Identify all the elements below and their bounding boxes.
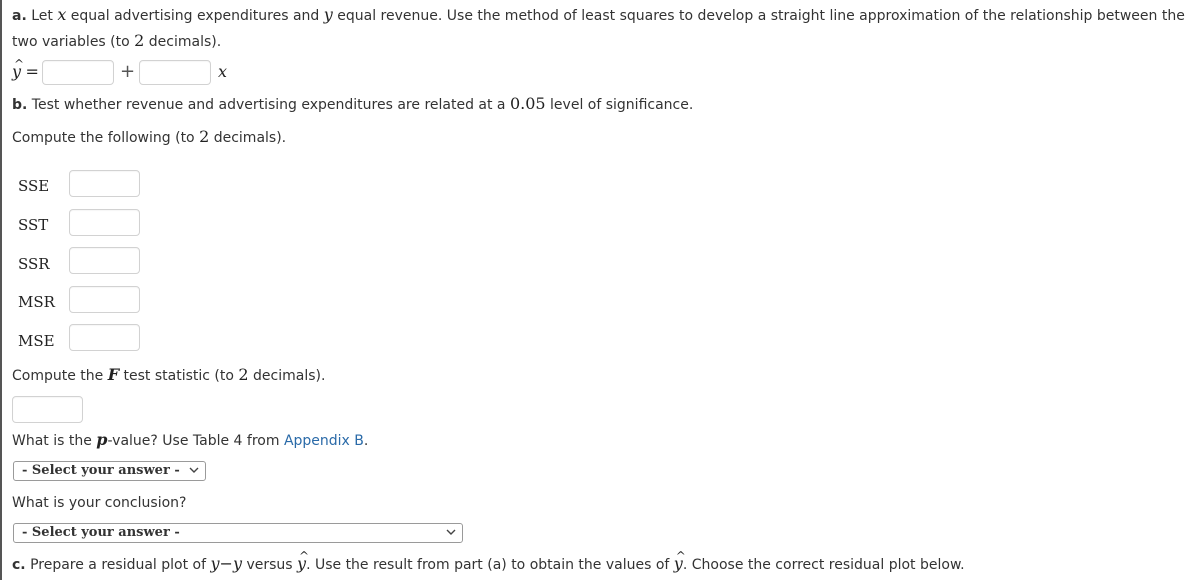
mse-input[interactable] <box>69 324 140 351</box>
part-b-prompt: b. Test whether revenue and advertising … <box>12 94 694 113</box>
chevron-down-icon <box>446 529 456 535</box>
f-statistic-input[interactable] <box>12 396 83 423</box>
y-hat-symbol: y ^ <box>297 549 310 573</box>
equation-x-var: x <box>218 62 228 81</box>
alpha-value: 0.05 <box>509 94 546 113</box>
question-panel: a. Let x equal advertising expenditures … <box>0 0 1200 580</box>
p-var: p <box>96 430 108 449</box>
conclusion-select-value: - Select your answer - <box>22 525 180 540</box>
sst-input[interactable] <box>69 209 140 236</box>
msr-label: MSR <box>18 293 55 311</box>
regression-equation-label: y ^ = <box>12 57 39 83</box>
ssr-input[interactable] <box>69 247 140 274</box>
y-hat-symbol: y ^ <box>12 57 25 81</box>
sse-input[interactable] <box>69 170 140 197</box>
f-statistic-prompt: Compute the F test statistic (to 2 decim… <box>12 365 326 384</box>
sst-label: SST <box>18 216 49 234</box>
ssr-label: SSR <box>18 255 50 273</box>
conclusion-prompt: What is your conclusion? <box>12 495 187 511</box>
msr-input[interactable] <box>69 286 140 313</box>
part-a-label: a. <box>12 8 27 24</box>
part-a-prompt-line2: two variables (to 2 decimals). <box>12 31 222 50</box>
appendix-b-link[interactable]: Appendix B <box>284 433 364 449</box>
var-y: y <box>323 5 333 24</box>
part-b-label: b. <box>12 97 28 113</box>
part-c-prompt: c. Prepare a residual plot of y−y versus… <box>12 549 965 573</box>
f-var: F <box>107 365 120 384</box>
chevron-down-icon <box>189 467 199 473</box>
var-x: x <box>57 5 67 24</box>
part-a-prompt: a. Let x equal advertising expenditures … <box>12 5 1185 24</box>
compute-following-text: Compute the following (to 2 decimals). <box>12 127 287 146</box>
y-hat-symbol: y ^ <box>673 549 686 573</box>
p-value-select[interactable]: - Select your answer - <box>13 461 206 481</box>
conclusion-select[interactable]: - Select your answer - <box>13 523 463 543</box>
p-value-select-value: - Select your answer - <box>22 463 180 478</box>
equals-sign: = <box>25 62 39 81</box>
sse-label: SSE <box>18 177 50 195</box>
slope-input[interactable] <box>139 60 211 85</box>
part-c-label: c. <box>12 557 26 573</box>
mse-label: MSE <box>18 332 55 350</box>
intercept-input[interactable] <box>42 60 114 85</box>
plus-sign: + <box>120 61 136 82</box>
p-value-prompt: What is the p-value? Use Table 4 from Ap… <box>12 430 369 449</box>
